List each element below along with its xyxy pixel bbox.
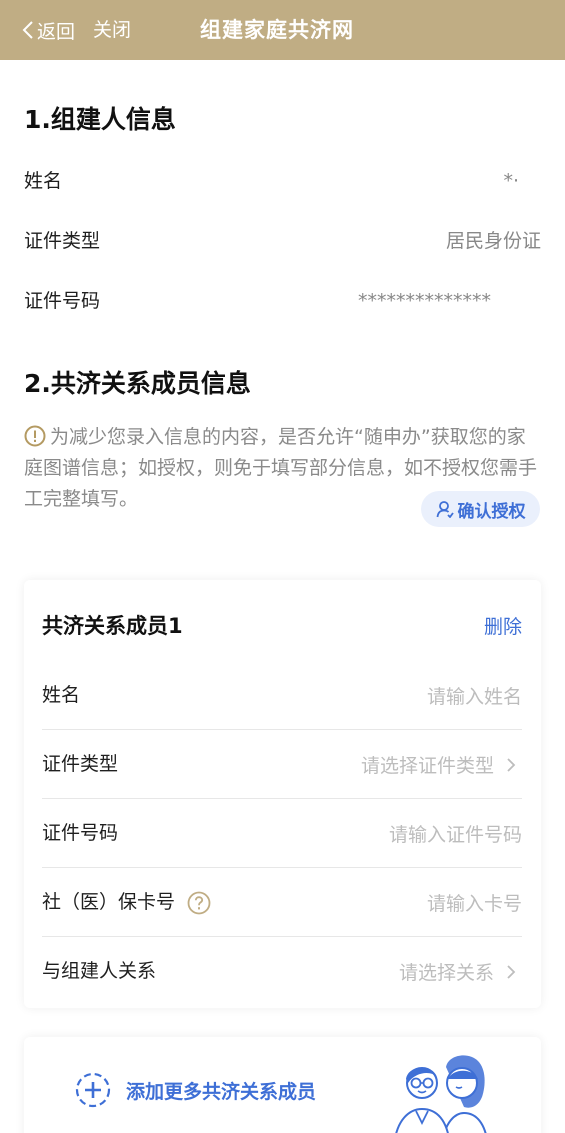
help-question-icon[interactable] [187, 891, 211, 915]
info-label: 证件号码 [24, 290, 101, 312]
insurance-card-input[interactable]: 请输入卡号 [427, 868, 522, 937]
field-member-name[interactable]: 姓名 请输入姓名 [42, 661, 522, 730]
add-circle-dashed-icon [75, 1072, 111, 1108]
field-label: 与组建人关系 [42, 960, 157, 982]
chevron-right-icon [507, 964, 516, 979]
field-label: 姓名 [42, 684, 81, 706]
relationship-placeholder: 请选择关系 [398, 962, 494, 984]
top-nav-bar: 返回 关闭 组建家庭共济网 [0, 0, 565, 60]
info-value: ************** [358, 290, 491, 312]
add-member-card: 添加更多共济关系成员 [24, 1037, 541, 1133]
info-row-id-number: 证件号码 ************** [24, 286, 541, 316]
info-label: 证件类型 [24, 230, 101, 252]
insurance-card-label: 社（医）保卡号 [42, 891, 176, 913]
info-row-id-type: 证件类型 居民身份证 [24, 226, 541, 256]
confirm-authorization-button[interactable]: 确认授权 [421, 491, 540, 527]
field-member-relationship[interactable]: 与组建人关系 请选择关系 [42, 937, 522, 1006]
warning-circle-icon [24, 425, 46, 447]
member-card-title: 共济关系成员1 [42, 614, 183, 638]
id-type-placeholder: 请选择证件类型 [360, 755, 494, 777]
field-label: 证件类型 [42, 753, 119, 775]
info-value: *· [503, 170, 519, 192]
family-illustration-icon [395, 1055, 487, 1133]
add-member-label: 添加更多共济关系成员 [126, 1080, 317, 1103]
member-card: 共济关系成员1 删除 姓名 请输入姓名 证件类型 请选择证件类型 证件号码 请输… [24, 580, 541, 1008]
section-title-creator-info: 1.组建人信息 [24, 105, 176, 134]
id-number-input[interactable]: 请输入证件号码 [389, 799, 522, 868]
info-value: 居民身份证 [445, 230, 541, 252]
field-member-id-number[interactable]: 证件号码 请输入证件号码 [42, 799, 522, 868]
id-type-select[interactable]: 请选择证件类型 [361, 730, 522, 799]
delete-member-button[interactable]: 删除 [484, 612, 522, 639]
field-member-insurance-card[interactable]: 社（医）保卡号 请输入卡号 [42, 868, 522, 937]
auth-button-label: 确认授权 [457, 501, 526, 522]
relationship-select[interactable]: 请选择关系 [399, 937, 522, 1006]
info-label: 姓名 [24, 170, 63, 192]
field-label: 社（医）保卡号 [42, 868, 211, 937]
member-name-input[interactable]: 请输入姓名 [427, 661, 522, 730]
section-title-member-info: 2.共济关系成员信息 [24, 369, 251, 398]
add-member-button[interactable]: 添加更多共济关系成员 [74, 1070, 316, 1110]
user-icon [436, 501, 454, 518]
chevron-right-icon [507, 757, 516, 772]
back-label: 返回 [37, 20, 76, 43]
close-button[interactable]: 关闭 [93, 16, 131, 44]
back-button[interactable]: 返回 [22, 16, 75, 44]
info-row-name: 姓名 *· [24, 166, 541, 196]
field-member-id-type[interactable]: 证件类型 请选择证件类型 [42, 730, 522, 799]
page-title: 组建家庭共济网 [200, 18, 354, 42]
chevron-left-icon [22, 21, 33, 39]
field-label: 证件号码 [42, 822, 119, 844]
